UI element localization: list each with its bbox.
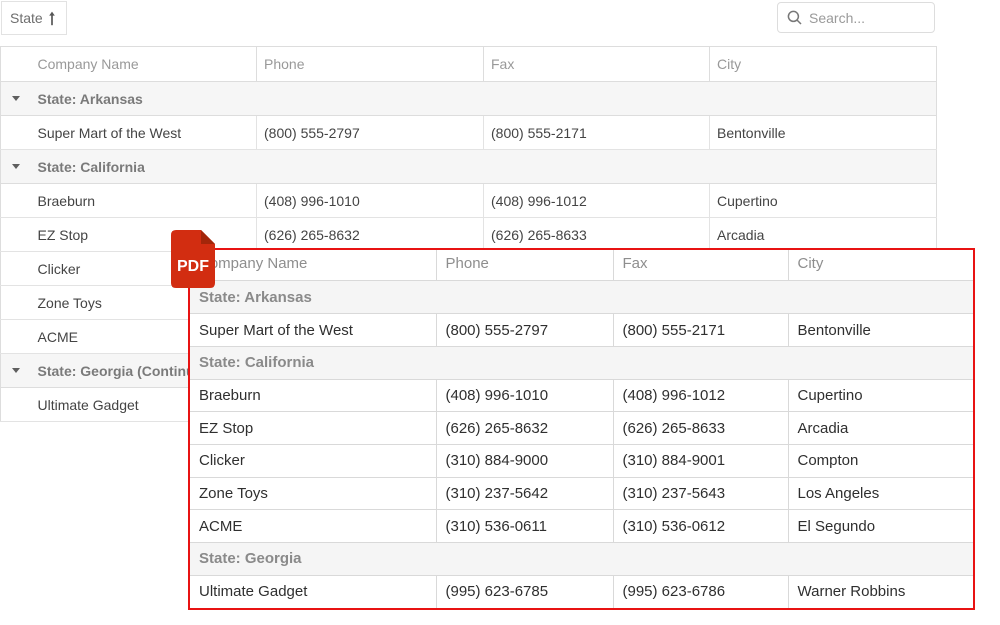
svg-text:PDF: PDF	[177, 258, 209, 275]
